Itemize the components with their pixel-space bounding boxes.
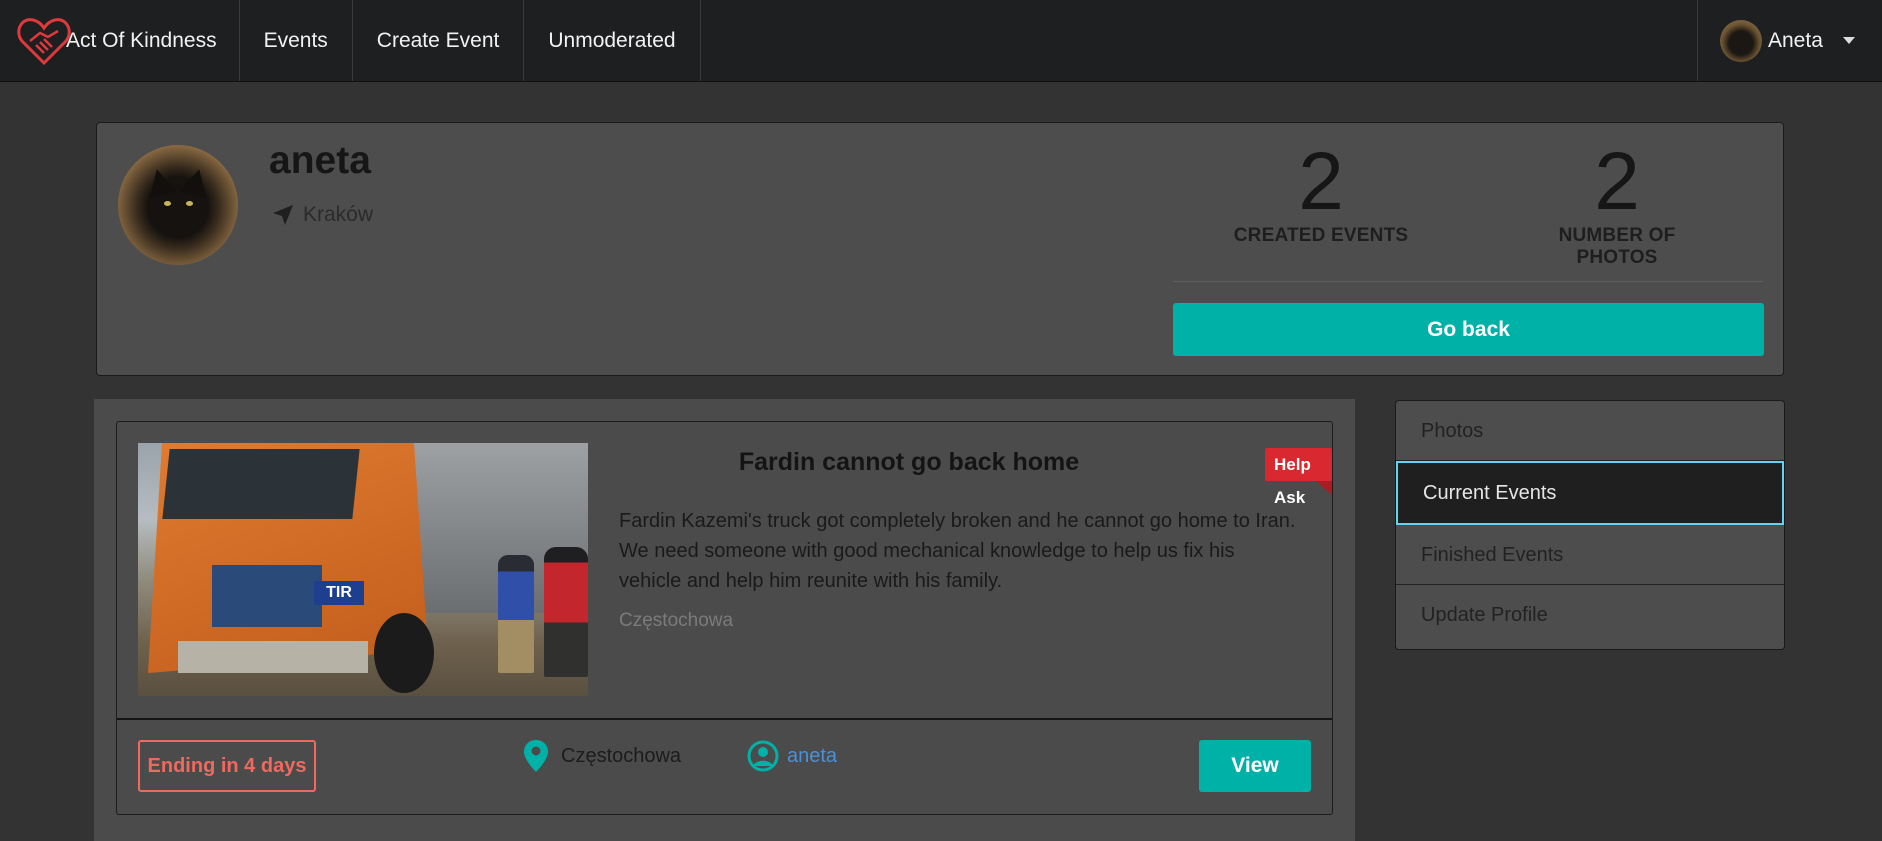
go-back-button[interactable]: Go back: [1173, 303, 1764, 356]
profile-location-text: Kraków: [303, 203, 374, 226]
top-navbar: Act Of Kindness Events Create Event Unmo…: [0, 0, 1882, 82]
sidebar-item-photos[interactable]: Photos: [1396, 401, 1784, 461]
profile-card: aneta Kraków 2 CREATED EVENTS 2 NUMBER O…: [96, 122, 1784, 376]
profile-location: Kraków: [271, 203, 373, 227]
event-location-text: Częstochowa: [561, 744, 682, 767]
nav-create-event[interactable]: Create Event: [353, 0, 525, 81]
nav-events[interactable]: Events: [240, 0, 353, 81]
event-title: Fardin cannot go back home: [738, 448, 1080, 476]
event-card: TIR Fardin cannot go back home Help Ask …: [116, 421, 1333, 815]
photo-tir-plate: TIR: [314, 581, 364, 605]
stat-created-events-value: 2: [1298, 136, 1344, 227]
event-author-link[interactable]: aneta: [747, 740, 837, 772]
stat-photos-label: NUMBER OF PHOTOS: [1558, 225, 1676, 268]
user-circle-icon: [747, 740, 779, 772]
profile-name: aneta: [269, 139, 371, 182]
event-description: Fardin Kazemi's truck got completely bro…: [619, 510, 1296, 592]
events-panel: TIR Fardin cannot go back home Help Ask …: [94, 399, 1355, 841]
card-divider: [117, 718, 1332, 720]
caret-down-icon: [1842, 37, 1855, 44]
help-ask-badge: Help Ask: [1265, 448, 1332, 507]
event-author-name: aneta: [787, 744, 838, 767]
brand-name: Act Of Kindness: [66, 28, 217, 52]
stat-photos-value: 2: [1594, 136, 1640, 227]
event-photo[interactable]: TIR: [138, 443, 588, 696]
user-menu-dropdown[interactable]: Aneta: [1697, 0, 1882, 81]
location-arrow-icon: [273, 205, 293, 225]
brand-link[interactable]: Act Of Kindness: [0, 0, 240, 81]
sidebar-item-update-profile[interactable]: Update Profile: [1396, 585, 1784, 645]
nav-unmoderated[interactable]: Unmoderated: [524, 0, 701, 81]
stat-created-events: 2 CREATED EVENTS: [1221, 136, 1421, 247]
ending-in-days-button[interactable]: Ending in 4 days: [138, 740, 316, 792]
stats-divider: [1173, 281, 1763, 282]
event-location: Częstochowa: [523, 740, 681, 772]
event-city: Częstochowa: [619, 610, 734, 631]
user-avatar: [1720, 19, 1762, 62]
profile-sidebar: Photos Current Events Finished Events Up…: [1395, 400, 1785, 650]
user-name: Aneta: [1768, 28, 1823, 52]
sidebar-item-current-events[interactable]: Current Events: [1396, 461, 1784, 525]
map-pin-icon: [524, 740, 548, 772]
stat-created-events-label: CREATED EVENTS: [1233, 225, 1409, 246]
profile-avatar: [118, 145, 238, 265]
heart-handshake-icon: [17, 17, 71, 65]
view-event-button[interactable]: View: [1199, 740, 1311, 792]
sidebar-item-finished-events[interactable]: Finished Events: [1396, 525, 1784, 585]
stat-number-of-photos: 2 NUMBER OF PHOTOS: [1517, 136, 1717, 269]
